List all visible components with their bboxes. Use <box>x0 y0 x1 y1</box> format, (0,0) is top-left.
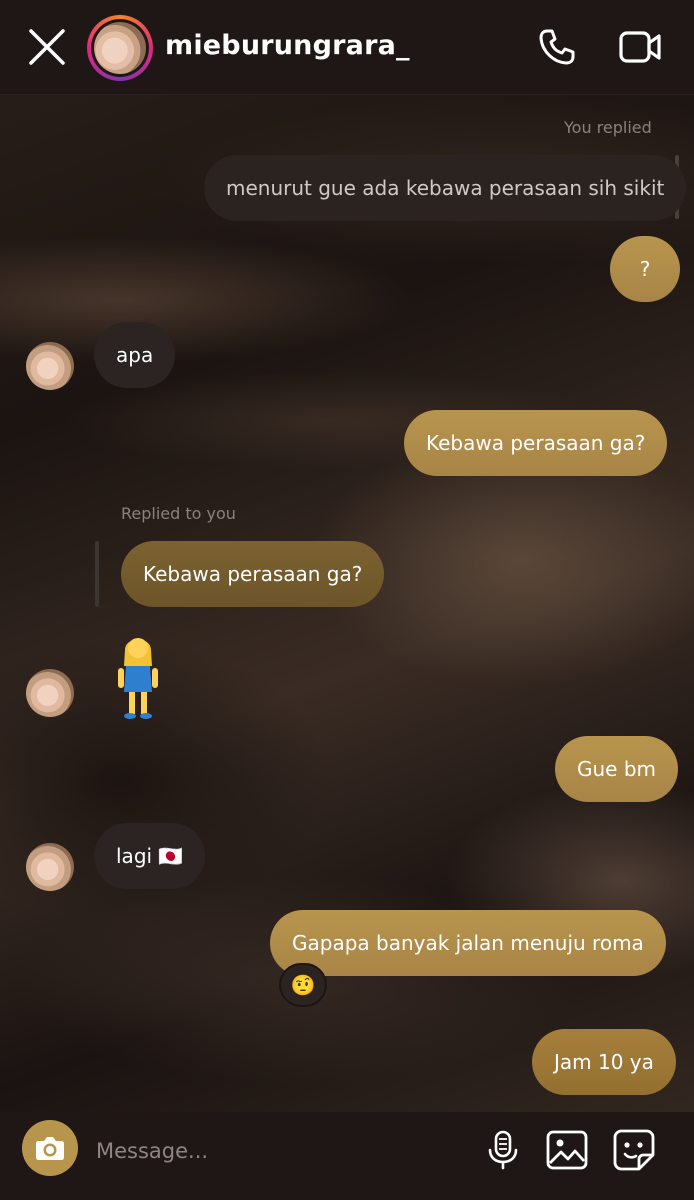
camera-icon <box>36 1137 64 1160</box>
you-replied-label: You replied <box>564 118 652 137</box>
received-message[interactable]: apa <box>94 322 176 388</box>
quoted-message[interactable]: menurut gue ada kebawa perasaan sih siki… <box>204 155 687 221</box>
sticker-icon[interactable] <box>613 1129 655 1171</box>
sent-message[interactable]: Kebawa perasaan ga? <box>404 410 668 476</box>
sent-message[interactable]: Gue bm <box>555 736 679 802</box>
chat-header: mieburungrara_ <box>0 0 694 95</box>
sender-avatar[interactable] <box>26 342 74 390</box>
quoted-reply-message[interactable]: Kebawa perasaan ga? <box>121 541 385 607</box>
microphone-icon[interactable] <box>486 1130 520 1170</box>
received-message[interactable]: lagi 🇯🇵 <box>94 823 206 889</box>
video-icon[interactable] <box>618 28 662 66</box>
sender-avatar[interactable] <box>26 669 74 717</box>
message-input[interactable] <box>94 1132 458 1170</box>
profile-avatar[interactable] <box>87 15 153 81</box>
close-icon[interactable] <box>28 28 66 66</box>
replied-to-you-label: Replied to you <box>121 504 236 523</box>
message-reaction[interactable]: 🤨 <box>279 963 327 1007</box>
camera-button[interactable] <box>22 1120 78 1176</box>
username[interactable]: mieburungrara_ <box>165 30 410 61</box>
message-composer <box>0 1112 694 1200</box>
gallery-icon[interactable] <box>546 1130 588 1170</box>
person-emoji-icon[interactable] <box>116 630 160 720</box>
sent-message[interactable]: Jam 10 ya <box>532 1029 676 1095</box>
sender-avatar[interactable] <box>26 843 74 891</box>
phone-icon[interactable] <box>538 28 576 66</box>
reply-quote-bar <box>95 541 99 607</box>
sent-message[interactable]: ? <box>610 236 680 302</box>
reaction-emoji: 🤨 <box>290 973 316 997</box>
sent-message[interactable]: Gapapa banyak jalan menuju roma <box>270 910 666 976</box>
